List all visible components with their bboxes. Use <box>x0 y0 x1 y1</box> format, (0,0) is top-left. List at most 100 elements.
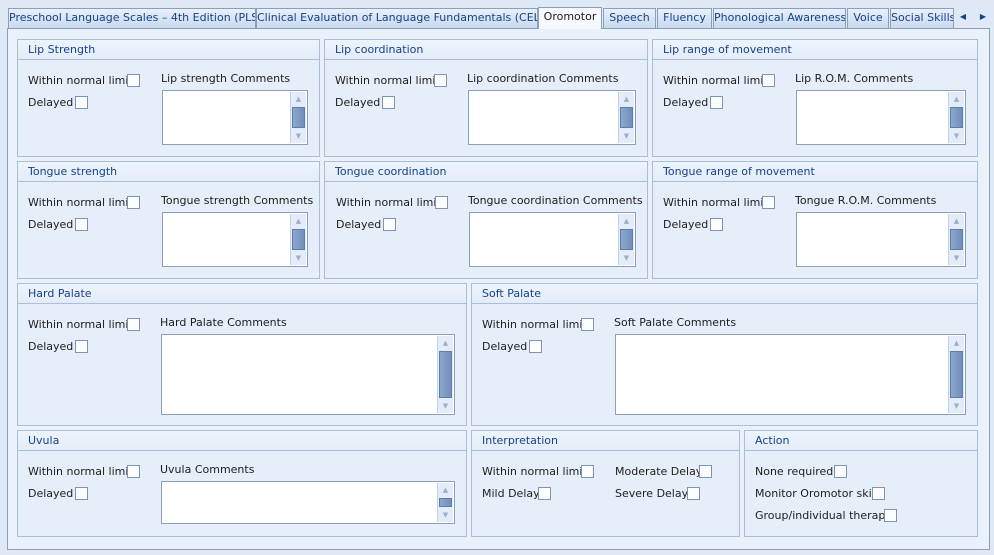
lip-rom-within-normal-checkbox[interactable] <box>762 74 775 87</box>
severe-delay-label: Severe Delay <box>615 487 689 500</box>
scroll-down-icon[interactable]: ▼ <box>291 251 306 265</box>
scroll-thumb[interactable] <box>439 498 452 507</box>
lip-coordination-within-normal-checkbox[interactable] <box>434 74 447 87</box>
group-soft-palate: Soft Palate Within normal limits Delayed… <box>471 283 978 426</box>
soft-palate-delayed-checkbox[interactable] <box>529 340 542 353</box>
tab-social-skills[interactable]: Social Skills <box>890 8 954 28</box>
severe-delay-checkbox[interactable] <box>687 487 700 500</box>
uvula-comments-input[interactable] <box>162 482 436 523</box>
scroll-thumb[interactable] <box>292 107 305 128</box>
lip-strength-comments-input[interactable] <box>163 91 289 144</box>
scroll-down-icon[interactable]: ▼ <box>619 129 634 143</box>
lip-rom-comments[interactable]: ▲ ▼ <box>796 90 966 145</box>
tongue-rom-comments-input[interactable] <box>797 213 947 266</box>
uvula-within-normal-checkbox[interactable] <box>127 465 140 478</box>
scrollbar[interactable]: ▲ ▼ <box>290 92 306 143</box>
group-title: Action <box>745 431 977 451</box>
scroll-thumb[interactable] <box>950 229 963 250</box>
tab-phonological-awareness[interactable]: Phonological Awareness <box>713 8 846 28</box>
tongue-coordination-within-normal-checkbox[interactable] <box>435 196 448 209</box>
tongue-coordination-delayed-checkbox[interactable] <box>383 218 396 231</box>
tongue-strength-comments-input[interactable] <box>163 213 289 266</box>
scroll-down-icon[interactable]: ▼ <box>619 251 634 265</box>
hard-palate-delayed-checkbox[interactable] <box>75 340 88 353</box>
hard-palate-within-normal-checkbox[interactable] <box>127 318 140 331</box>
lip-coordination-comments[interactable]: ▲ ▼ <box>468 90 636 145</box>
tab-scroll-left-icon[interactable]: ◀ <box>956 10 970 24</box>
uvula-comments[interactable]: ▲ ▼ <box>161 481 455 524</box>
tongue-rom-comments[interactable]: ▲ ▼ <box>796 212 966 267</box>
scroll-thumb[interactable] <box>292 229 305 250</box>
interpretation-within-normal-label: Within normal limits <box>482 465 593 478</box>
interpretation-within-normal-checkbox[interactable] <box>581 465 594 478</box>
lip-rom-comments-input[interactable] <box>797 91 947 144</box>
tab-fluency[interactable]: Fluency <box>657 8 712 28</box>
tab-pls4[interactable]: Preschool Language Scales – 4th Edition … <box>8 8 256 28</box>
scrollbar[interactable]: ▲ ▼ <box>948 336 964 413</box>
scroll-thumb[interactable] <box>950 351 963 398</box>
scrollbar[interactable]: ▲ ▼ <box>437 336 453 413</box>
oromotor-page: Lip Strength Within normal limits Delaye… <box>7 28 990 550</box>
tongue-coordination-comments-input[interactable] <box>470 213 617 266</box>
scrollbar[interactable]: ▲ ▼ <box>948 92 964 143</box>
scrollbar[interactable]: ▲ ▼ <box>618 214 634 265</box>
scroll-up-icon[interactable]: ▲ <box>949 214 964 228</box>
tongue-strength-delayed-checkbox[interactable] <box>75 218 88 231</box>
lip-rom-delayed-checkbox[interactable] <box>710 96 723 109</box>
scroll-down-icon[interactable]: ▼ <box>291 129 306 143</box>
scroll-down-icon[interactable]: ▼ <box>438 399 453 413</box>
scroll-down-icon[interactable]: ▼ <box>949 251 964 265</box>
mild-delay-checkbox[interactable] <box>538 487 551 500</box>
comments-label: Hard Palate Comments <box>160 316 287 329</box>
scrollbar[interactable]: ▲ ▼ <box>437 483 453 522</box>
soft-palate-comments[interactable]: ▲ ▼ <box>615 334 966 415</box>
scroll-down-icon[interactable]: ▼ <box>949 129 964 143</box>
moderate-delay-checkbox[interactable] <box>699 465 712 478</box>
scroll-thumb[interactable] <box>439 351 452 398</box>
group-title: Hard Palate <box>18 284 466 304</box>
scroll-up-icon[interactable]: ▲ <box>438 336 453 350</box>
tab-voice[interactable]: Voice <box>847 8 889 28</box>
lip-strength-within-normal-checkbox[interactable] <box>127 74 140 87</box>
soft-palate-comments-input[interactable] <box>616 335 947 414</box>
uvula-delayed-checkbox[interactable] <box>75 487 88 500</box>
tongue-strength-comments[interactable]: ▲ ▼ <box>162 212 308 267</box>
tab-oromotor[interactable]: Oromotor <box>538 7 602 29</box>
lip-strength-delayed-checkbox[interactable] <box>75 96 88 109</box>
scroll-down-icon[interactable]: ▼ <box>438 508 453 522</box>
scroll-thumb[interactable] <box>620 229 633 250</box>
scroll-up-icon[interactable]: ▲ <box>291 92 306 106</box>
scroll-up-icon[interactable]: ▲ <box>291 214 306 228</box>
none-required-checkbox[interactable] <box>834 465 847 478</box>
monitor-oromotor-checkbox[interactable] <box>872 487 885 500</box>
scroll-up-icon[interactable]: ▲ <box>949 336 964 350</box>
scrollbar[interactable]: ▲ ▼ <box>290 214 306 265</box>
tongue-strength-within-normal-checkbox[interactable] <box>127 196 140 209</box>
delayed-label: Delayed <box>28 96 74 109</box>
within-normal-limits-label: Within normal limits <box>663 74 774 87</box>
lip-coordination-delayed-checkbox[interactable] <box>382 96 395 109</box>
tab-speech[interactable]: Speech <box>603 8 656 28</box>
tab-celf4[interactable]: Clinical Evaluation of Language Fundamen… <box>256 8 538 28</box>
soft-palate-within-normal-checkbox[interactable] <box>581 318 594 331</box>
hard-palate-comments-input[interactable] <box>162 335 436 414</box>
scroll-thumb[interactable] <box>950 107 963 128</box>
therapy-checkbox[interactable] <box>884 509 897 522</box>
tongue-rom-within-normal-checkbox[interactable] <box>762 196 775 209</box>
scroll-up-icon[interactable]: ▲ <box>949 92 964 106</box>
group-title: Lip coordination <box>325 40 647 60</box>
scroll-up-icon[interactable]: ▲ <box>619 214 634 228</box>
lip-strength-comments[interactable]: ▲ ▼ <box>162 90 308 145</box>
scrollbar[interactable]: ▲ ▼ <box>948 214 964 265</box>
tongue-coordination-comments[interactable]: ▲ ▼ <box>469 212 636 267</box>
lip-coordination-comments-input[interactable] <box>469 91 617 144</box>
scrollbar[interactable]: ▲ ▼ <box>618 92 634 143</box>
tab-scroll-right-icon[interactable]: ▶ <box>976 10 990 24</box>
scroll-up-icon[interactable]: ▲ <box>619 92 634 106</box>
scroll-down-icon[interactable]: ▼ <box>949 399 964 413</box>
scroll-thumb[interactable] <box>620 107 633 128</box>
hard-palate-comments[interactable]: ▲ ▼ <box>161 334 455 415</box>
group-tongue-coordination: Tongue coordination Within normal limits… <box>324 161 648 279</box>
tongue-rom-delayed-checkbox[interactable] <box>710 218 723 231</box>
scroll-up-icon[interactable]: ▲ <box>438 483 453 497</box>
